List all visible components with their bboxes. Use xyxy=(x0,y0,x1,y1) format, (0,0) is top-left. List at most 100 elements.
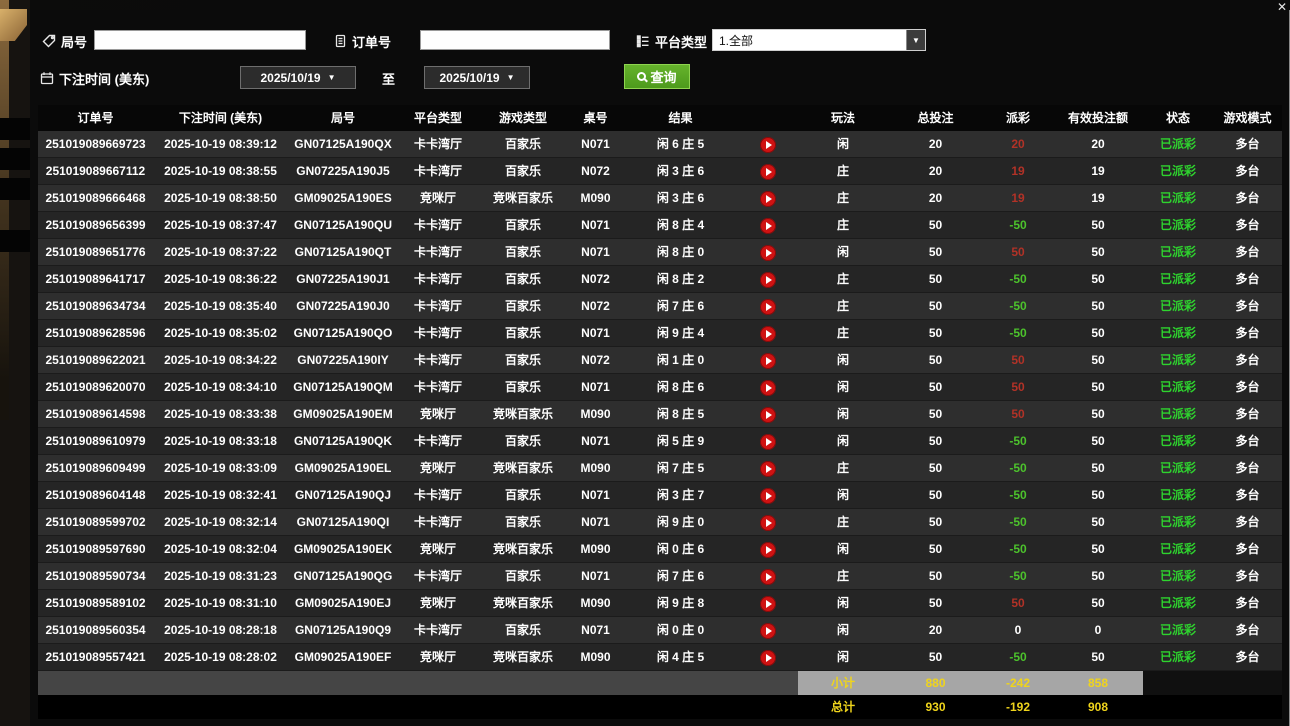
cell-bet-time: 2025-10-19 08:36:22 xyxy=(153,266,288,292)
cell-game-type: 竞咪百家乐 xyxy=(478,644,568,670)
clipboard-icon xyxy=(334,34,347,48)
cell-platform-type: 卡卡湾厅 xyxy=(398,212,478,238)
table-row[interactable]: 2510190896697232025-10-19 08:39:12GN0712… xyxy=(38,131,1282,158)
play-icon[interactable] xyxy=(760,650,776,666)
table-row[interactable]: 2510190896200702025-10-19 08:34:10GN0712… xyxy=(38,374,1282,401)
cell-valid-bet: 50 xyxy=(1053,536,1143,562)
cell-result: 闲 0 庄 0 xyxy=(623,617,738,643)
table-row[interactable]: 2510190896417172025-10-19 08:36:22GN0722… xyxy=(38,266,1282,293)
play-icon[interactable] xyxy=(760,326,776,342)
background-bar xyxy=(0,230,30,252)
subtotal-row: 小计 880 -242 858 xyxy=(38,671,1282,695)
cell-total-bet: 50 xyxy=(888,455,983,481)
cell-total-bet: 50 xyxy=(888,347,983,373)
table-row[interactable]: 2510190896671122025-10-19 08:38:55GN0722… xyxy=(38,158,1282,185)
subtotal-spacer xyxy=(1143,671,1213,695)
table-row[interactable]: 2510190896664682025-10-19 08:38:50GM0902… xyxy=(38,185,1282,212)
app-window: ✕ 局号 订单号 xyxy=(0,0,1290,726)
cell-game-mode: 多台 xyxy=(1213,347,1282,373)
play-icon[interactable] xyxy=(760,542,776,558)
cell-bet-time: 2025-10-19 08:39:12 xyxy=(153,131,288,157)
cell-game-type: 百家乐 xyxy=(478,212,568,238)
cell-payout: 50 xyxy=(983,374,1053,400)
background-bar xyxy=(0,178,30,200)
records-table: 订单号下注时间 (美东)局号平台类型游戏类型桌号结果玩法总投注派彩有效投注额状态… xyxy=(38,105,1282,719)
play-icon[interactable] xyxy=(760,569,776,585)
play-icon[interactable] xyxy=(760,191,776,207)
table-row[interactable]: 2510190896517762025-10-19 08:37:22GN0712… xyxy=(38,239,1282,266)
cell-game-type: 百家乐 xyxy=(478,509,568,535)
play-icon[interactable] xyxy=(760,164,776,180)
table-row[interactable]: 2510190896041482025-10-19 08:32:41GN0712… xyxy=(38,482,1282,509)
cell-round-no: GN07125A190Q9 xyxy=(288,617,398,643)
table-row[interactable]: 2510190895574212025-10-19 08:28:02GM0902… xyxy=(38,644,1282,671)
table-row[interactable]: 2510190896563992025-10-19 08:37:47GN0712… xyxy=(38,212,1282,239)
play-icon[interactable] xyxy=(760,272,776,288)
play-icon[interactable] xyxy=(760,245,776,261)
cell-total-bet: 20 xyxy=(888,617,983,643)
cell-status: 已派彩 xyxy=(1143,131,1213,157)
play-icon[interactable] xyxy=(760,488,776,504)
order-no-label-text: 订单号 xyxy=(352,32,391,51)
cell-game-type: 百家乐 xyxy=(478,347,568,373)
cell-payout: 20 xyxy=(983,131,1053,157)
table-row[interactable]: 2510190896347342025-10-19 08:35:40GN0722… xyxy=(38,293,1282,320)
cell-table-no: N071 xyxy=(568,617,623,643)
column-header-6: 结果 xyxy=(623,105,738,131)
table-row[interactable]: 2510190895891022025-10-19 08:31:10GM0902… xyxy=(38,590,1282,617)
order-no-input[interactable] xyxy=(420,30,610,50)
play-triangle xyxy=(766,438,772,446)
cell-status: 已派彩 xyxy=(1143,482,1213,508)
date-to-value: 2025/10/19 xyxy=(440,71,500,85)
platform-type-selected-value: 1.全部 xyxy=(713,32,906,49)
play-icon[interactable] xyxy=(760,434,776,450)
play-icon[interactable] xyxy=(760,218,776,234)
cell-bet-time: 2025-10-19 08:35:40 xyxy=(153,293,288,319)
play-icon[interactable] xyxy=(760,299,776,315)
cell-replay xyxy=(738,617,798,643)
cell-status: 已派彩 xyxy=(1143,266,1213,292)
cell-platform-type: 卡卡湾厅 xyxy=(398,347,478,373)
date-to-button[interactable]: 2025/10/19 ▼ xyxy=(424,66,530,89)
subtotal-spacer xyxy=(288,671,398,695)
table-row[interactable]: 2510190895603542025-10-19 08:28:18GN0712… xyxy=(38,617,1282,644)
play-icon[interactable] xyxy=(760,596,776,612)
query-button[interactable]: 查询 xyxy=(624,64,690,89)
play-icon[interactable] xyxy=(760,461,776,477)
column-header-8: 玩法 xyxy=(798,105,888,131)
cell-valid-bet: 19 xyxy=(1053,158,1143,184)
game-no-input[interactable] xyxy=(94,30,306,50)
date-from-button[interactable]: 2025/10/19 ▼ xyxy=(240,66,356,89)
cell-game-mode: 多台 xyxy=(1213,374,1282,400)
cell-result: 闲 7 庄 6 xyxy=(623,563,738,589)
table-row[interactable]: 2510190895907342025-10-19 08:31:23GN0712… xyxy=(38,563,1282,590)
cell-bet-time: 2025-10-19 08:31:10 xyxy=(153,590,288,616)
table-row[interactable]: 2510190896109792025-10-19 08:33:18GN0712… xyxy=(38,428,1282,455)
table-row[interactable]: 2510190896145982025-10-19 08:33:38GM0902… xyxy=(38,401,1282,428)
cell-game-type: 竞咪百家乐 xyxy=(478,590,568,616)
cell-replay xyxy=(738,509,798,535)
play-icon[interactable] xyxy=(760,407,776,423)
table-row[interactable]: 2510190896285962025-10-19 08:35:02GN0712… xyxy=(38,320,1282,347)
cell-table-no: M090 xyxy=(568,185,623,211)
play-icon[interactable] xyxy=(760,353,776,369)
cell-round-no: GN07125A190QI xyxy=(288,509,398,535)
table-row[interactable]: 2510190896220212025-10-19 08:34:22GN0722… xyxy=(38,347,1282,374)
cell-play-type: 闲 xyxy=(798,131,888,157)
play-icon[interactable] xyxy=(760,137,776,153)
close-icon[interactable]: ✕ xyxy=(1277,1,1287,13)
cell-platform-type: 竞咪厅 xyxy=(398,455,478,481)
cell-total-bet: 50 xyxy=(888,482,983,508)
cell-platform-type: 卡卡湾厅 xyxy=(398,482,478,508)
cell-valid-bet: 50 xyxy=(1053,347,1143,373)
cell-status: 已派彩 xyxy=(1143,239,1213,265)
play-icon[interactable] xyxy=(760,623,776,639)
cell-platform-type: 卡卡湾厅 xyxy=(398,266,478,292)
play-icon[interactable] xyxy=(760,515,776,531)
table-row[interactable]: 2510190895976902025-10-19 08:32:04GM0902… xyxy=(38,536,1282,563)
table-row[interactable]: 2510190895997022025-10-19 08:32:14GN0712… xyxy=(38,509,1282,536)
table-row[interactable]: 2510190896094992025-10-19 08:33:09GM0902… xyxy=(38,455,1282,482)
play-icon[interactable] xyxy=(760,380,776,396)
platform-type-select[interactable]: 1.全部 ▼ xyxy=(712,29,926,51)
chevron-down-icon[interactable]: ▼ xyxy=(906,30,925,50)
